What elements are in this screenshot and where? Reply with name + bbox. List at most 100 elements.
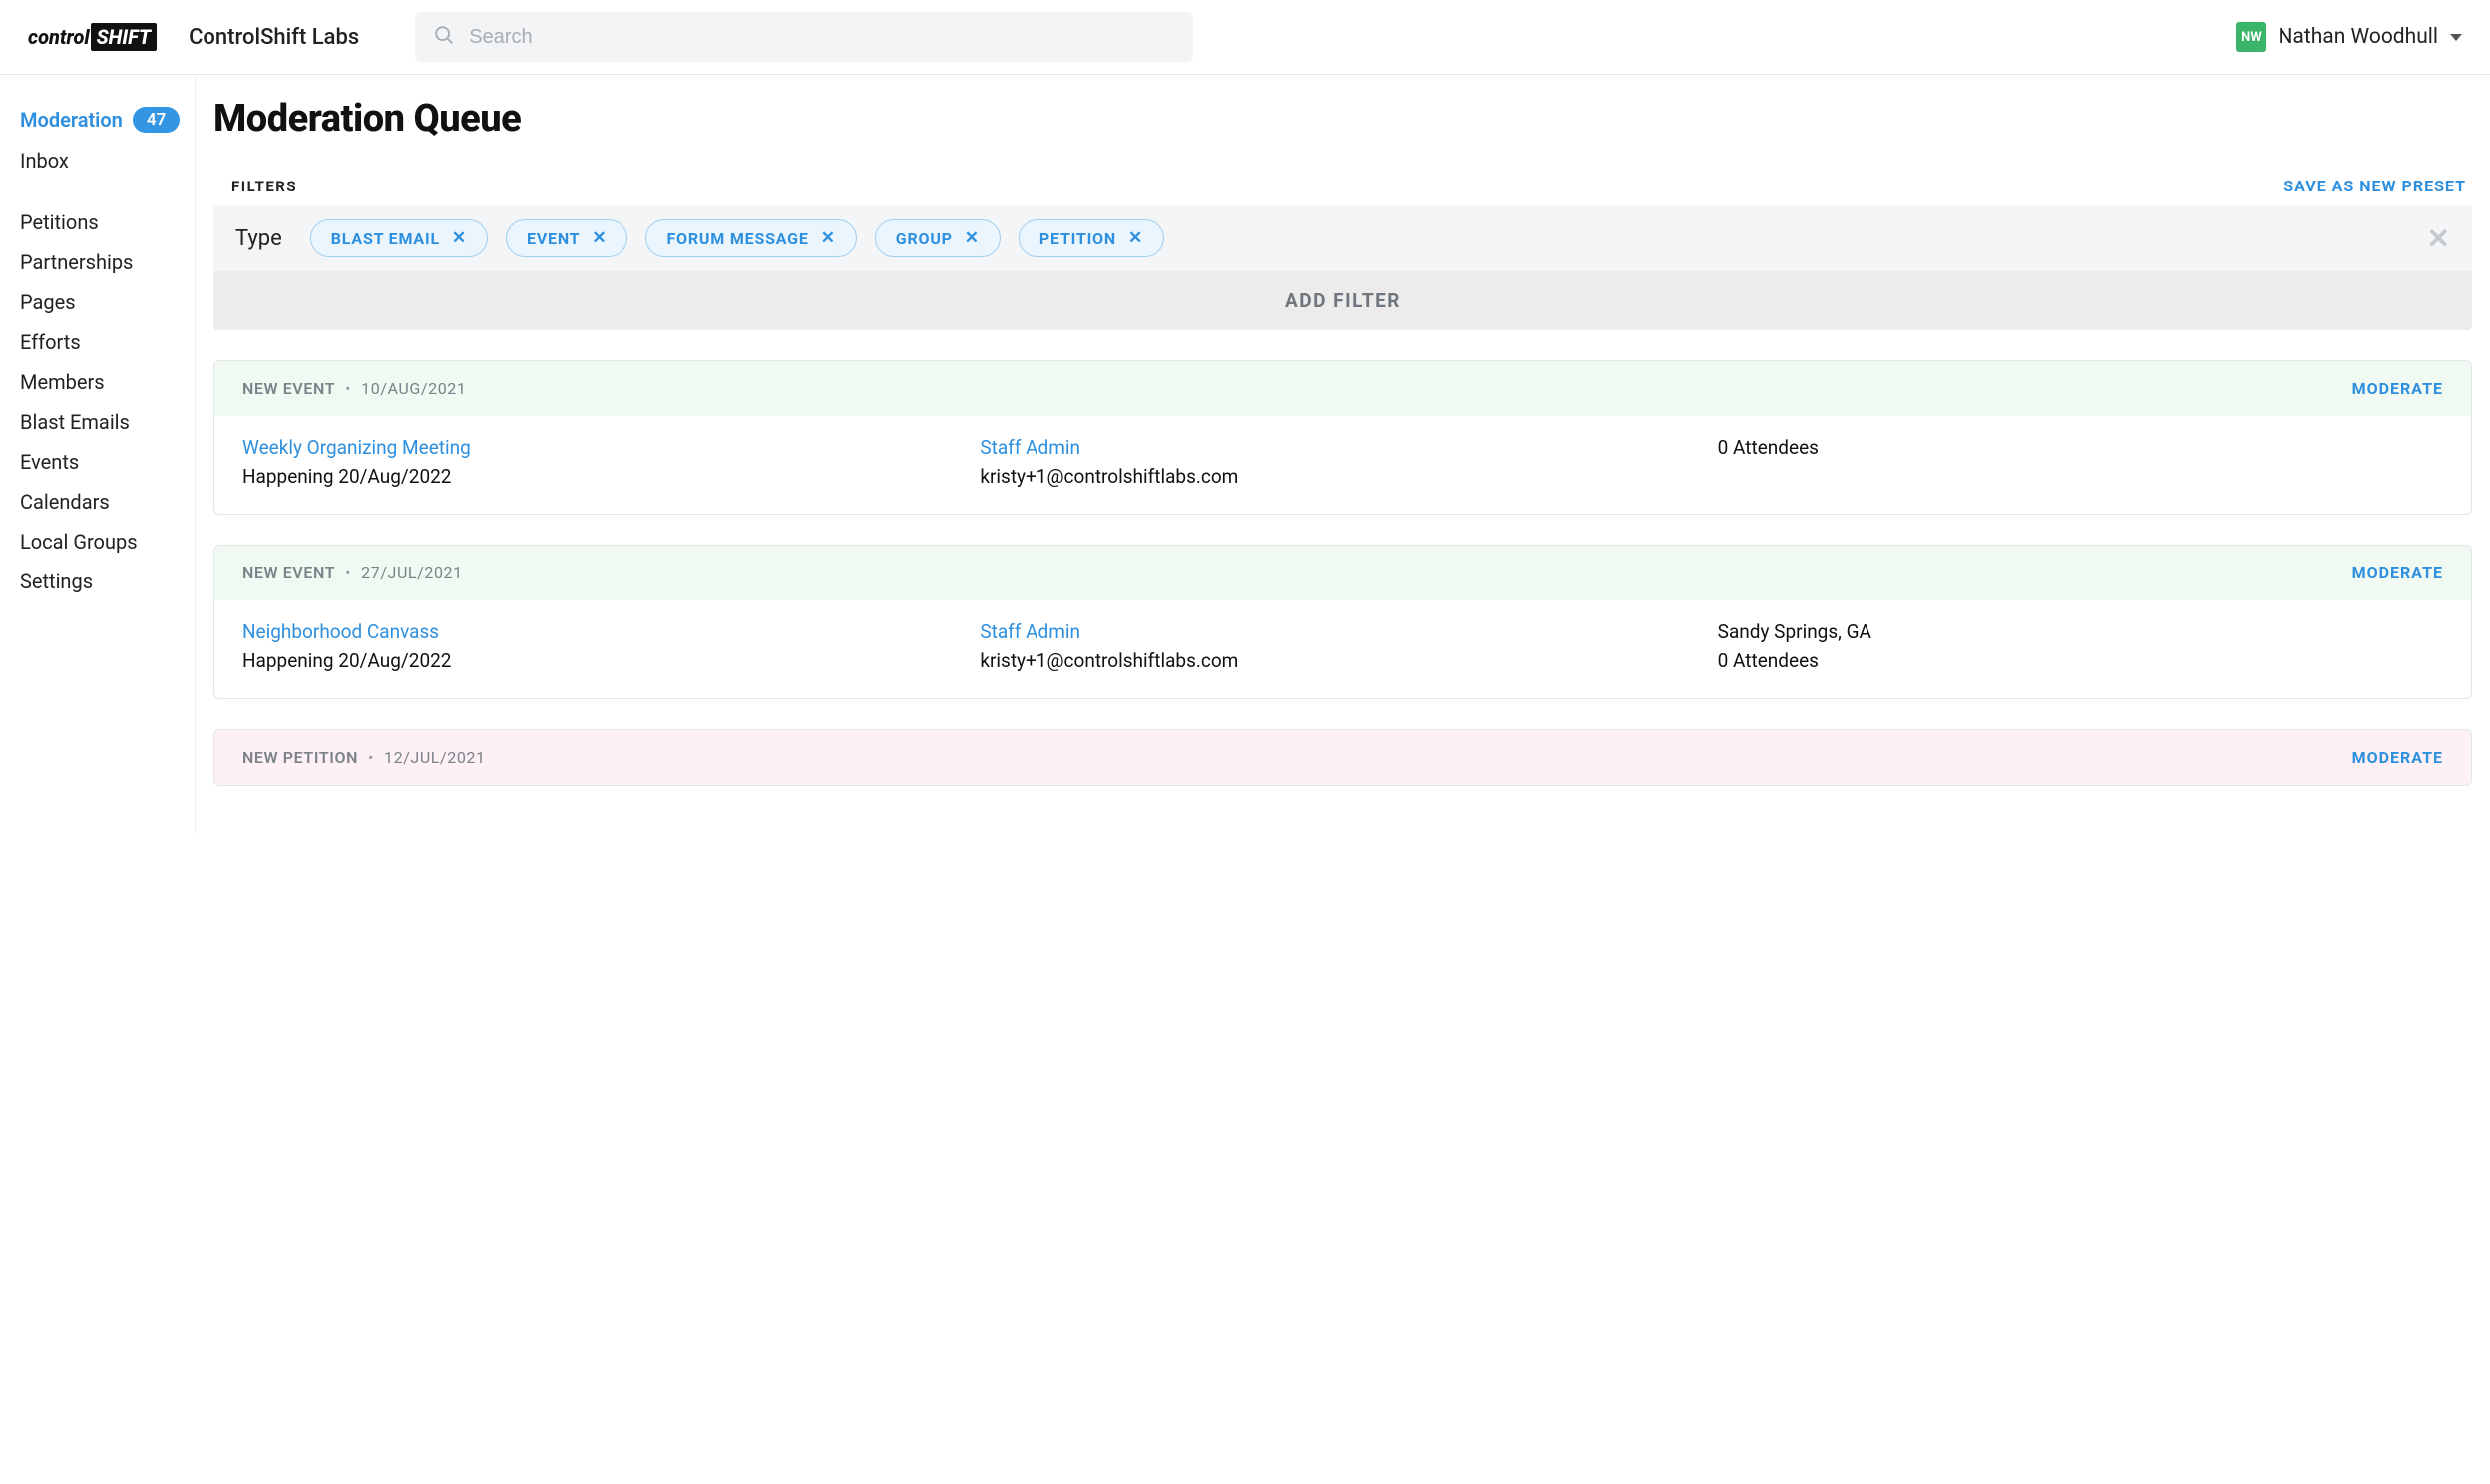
item-title-link[interactable]: Weekly Organizing Meeting [242, 436, 968, 459]
search-field[interactable] [415, 12, 1193, 62]
card-header: NEW EVENT • 27/JUL/2021 MODERATE [214, 546, 2471, 600]
card-col-meta: Sandy Springs, GA 0 Attendees [1718, 620, 2443, 672]
sidebar-item-label: Events [20, 450, 79, 474]
sidebar-item-label: Local Groups [20, 530, 138, 554]
main-content: Moderation Queue FILTERS SAVE AS NEW PRE… [196, 75, 2490, 833]
card-type-label: NEW PETITION [242, 748, 358, 767]
separator-dot: • [345, 379, 351, 398]
filter-row: Type BLAST EMAIL✕EVENT✕FORUM MESSAGE✕GRO… [213, 205, 2472, 271]
sidebar-item-label: Moderation [20, 108, 123, 132]
meta-line-1: Sandy Springs, GA [1718, 620, 2443, 643]
search-wrap [415, 12, 1193, 62]
logo-shift: SHIFT [91, 23, 157, 51]
card-date: 10/AUG/2021 [361, 379, 466, 398]
page-title: Moderation Queue [213, 97, 2472, 141]
user-menu[interactable]: NW Nathan Woodhull [2236, 22, 2462, 52]
filter-chip-petition[interactable]: PETITION ✕ [1019, 219, 1164, 257]
sidebar-item-calendars[interactable]: Calendars [20, 482, 195, 522]
filter-chip-forum-message[interactable]: FORUM MESSAGE ✕ [645, 219, 856, 257]
chip-label: PETITION [1039, 229, 1116, 248]
sidebar-item-label: Inbox [20, 149, 69, 173]
sidebar-item-efforts[interactable]: Efforts [20, 322, 195, 362]
sidebar-item-settings[interactable]: Settings [20, 561, 195, 601]
sidebar-item-local-groups[interactable]: Local Groups [20, 522, 195, 561]
card-header: NEW PETITION • 12/JUL/2021 MODERATE [214, 730, 2471, 785]
item-happening: Happening 20/Aug/2022 [242, 465, 968, 488]
card-col-author: Staff Admin kristy+1@controlshiftlabs.com [980, 436, 1705, 488]
close-icon[interactable]: ✕ [1128, 228, 1143, 248]
queue-card: NEW EVENT • 10/AUG/2021 MODERATE Weekly Orga… [213, 360, 2472, 515]
org-name[interactable]: ControlShift Labs [189, 25, 359, 50]
chip-label: EVENT [527, 229, 580, 248]
close-icon[interactable]: ✕ [452, 228, 467, 248]
search-input[interactable] [469, 26, 1175, 49]
logo-control: control [28, 25, 90, 49]
card-body: Weekly Organizing Meeting Happening 20/Au… [214, 416, 2471, 514]
filters-label: FILTERS [231, 178, 297, 195]
sidebar-item-label: Pages [20, 290, 76, 314]
card-date: 12/JUL/2021 [384, 748, 486, 767]
sidebar-item-label: Partnerships [20, 250, 133, 274]
sidebar-badge: 47 [133, 107, 180, 133]
sidebar-item-label: Blast Emails [20, 410, 130, 434]
filter-type-label: Type [235, 226, 282, 251]
user-name: Nathan Woodhull [2278, 25, 2438, 49]
clear-filters-button[interactable]: ✕ [2427, 222, 2450, 255]
sidebar-item-label: Efforts [20, 330, 81, 354]
chip-label: BLAST EMAIL [331, 229, 440, 248]
search-icon [433, 24, 455, 50]
sidebar-item-moderation[interactable]: Moderation 47 [20, 99, 195, 141]
separator-dot: • [368, 748, 374, 767]
card-type-label: NEW EVENT [242, 563, 335, 582]
queue-card: NEW EVENT • 27/JUL/2021 MODERATE Neighborhoo… [213, 545, 2472, 699]
add-filter-button[interactable]: ADD FILTER [213, 271, 2472, 330]
author-link[interactable]: Staff Admin [980, 436, 1705, 459]
card-header-left: NEW EVENT • 27/JUL/2021 [242, 563, 463, 582]
sidebar-item-events[interactable]: Events [20, 442, 195, 482]
card-col-author: Staff Admin kristy+1@controlshiftlabs.com [980, 620, 1705, 672]
queue-card: NEW PETITION • 12/JUL/2021 MODERATE [213, 729, 2472, 786]
sidebar-item-pages[interactable]: Pages [20, 282, 195, 322]
card-header-left: NEW EVENT • 10/AUG/2021 [242, 379, 466, 398]
close-icon[interactable]: ✕ [965, 228, 980, 248]
item-happening: Happening 20/Aug/2022 [242, 649, 968, 672]
card-col-title: Weekly Organizing Meeting Happening 20/Au… [242, 436, 968, 488]
sidebar: Moderation 47 Inbox Petitions Partnerships Pa… [0, 75, 196, 833]
filter-chip-event[interactable]: EVENT ✕ [506, 219, 627, 257]
sidebar-item-inbox[interactable]: Inbox [20, 141, 195, 181]
moderate-button[interactable]: MODERATE [2352, 748, 2443, 767]
filter-chip-blast-email[interactable]: BLAST EMAIL ✕ [310, 219, 488, 257]
item-title-link[interactable]: Neighborhood Canvass [242, 620, 968, 643]
logo[interactable]: controlSHIFT [28, 23, 157, 51]
sidebar-item-label: Settings [20, 569, 93, 593]
author-link[interactable]: Staff Admin [980, 620, 1705, 643]
meta-line-2: 0 Attendees [1718, 649, 2443, 672]
card-body: Neighborhood Canvass Happening 20/Aug/202… [214, 600, 2471, 698]
sidebar-item-members[interactable]: Members [20, 362, 195, 402]
chip-label: FORUM MESSAGE [666, 229, 808, 248]
sidebar-item-blast-emails[interactable]: Blast Emails [20, 402, 195, 442]
author-email: kristy+1@controlshiftlabs.com [980, 465, 1705, 488]
filter-chip-group[interactable]: GROUP ✕ [875, 219, 1001, 257]
close-icon[interactable]: ✕ [821, 228, 836, 248]
sidebar-item-petitions[interactable]: Petitions [20, 202, 195, 242]
author-email: kristy+1@controlshiftlabs.com [980, 649, 1705, 672]
sidebar-item-label: Calendars [20, 490, 110, 514]
topbar: controlSHIFT ControlShift Labs NW Nathan… [0, 0, 2490, 75]
separator-dot: • [345, 563, 351, 582]
filter-chips: BLAST EMAIL✕EVENT✕FORUM MESSAGE✕GROUP✕PE… [310, 219, 2399, 257]
moderate-button[interactable]: MODERATE [2352, 563, 2443, 582]
card-type-label: NEW EVENT [242, 379, 335, 398]
avatar: NW [2236, 22, 2266, 52]
sidebar-item-label: Petitions [20, 210, 99, 234]
card-date: 27/JUL/2021 [361, 563, 463, 582]
card-header: NEW EVENT • 10/AUG/2021 MODERATE [214, 361, 2471, 416]
sidebar-item-partnerships[interactable]: Partnerships [20, 242, 195, 282]
chip-label: GROUP [896, 229, 953, 248]
moderate-button[interactable]: MODERATE [2352, 379, 2443, 398]
save-preset-button[interactable]: SAVE AS NEW PRESET [2283, 177, 2466, 195]
card-header-left: NEW PETITION • 12/JUL/2021 [242, 748, 486, 767]
chevron-down-icon [2450, 34, 2462, 41]
close-icon[interactable]: ✕ [592, 228, 607, 248]
card-col-meta: 0 Attendees [1718, 436, 2443, 488]
